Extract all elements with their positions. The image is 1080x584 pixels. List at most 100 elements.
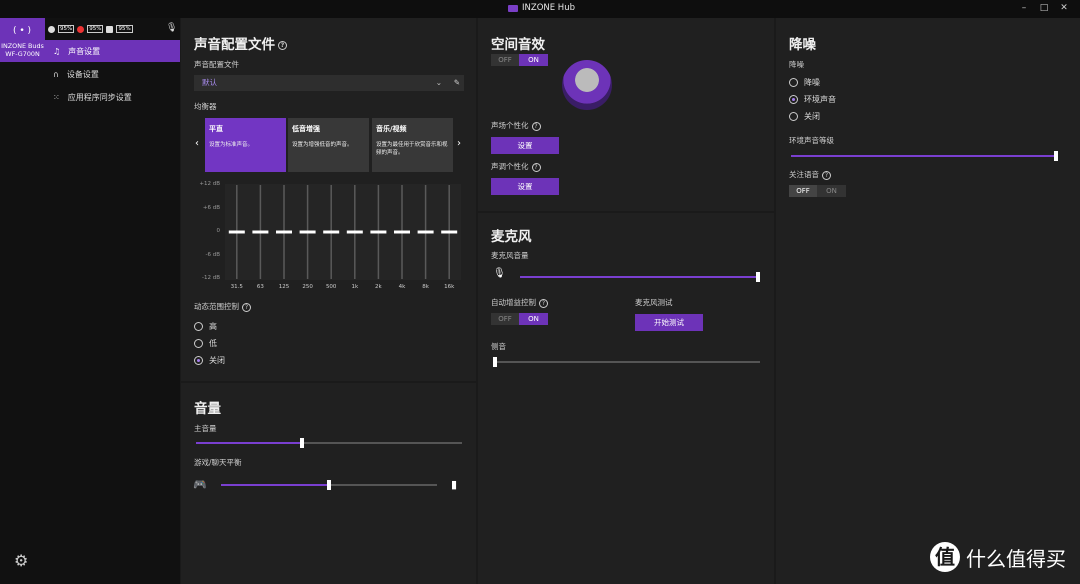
noise-mode-option[interactable]: 环境声音: [789, 94, 836, 105]
slider-handle[interactable]: [493, 357, 497, 367]
profile-select[interactable]: 默认 ⌄ ✎: [194, 75, 464, 91]
agc-toggle[interactable]: OFF ON: [491, 313, 548, 325]
help-icon[interactable]: ?: [531, 162, 541, 172]
mic-volume-label: 麦克风音量: [491, 251, 529, 260]
eq-freq-label: 4k: [398, 284, 406, 290]
equalizer-graph[interactable]: [225, 182, 461, 282]
help-icon[interactable]: ?: [242, 302, 251, 312]
chevron-left-icon[interactable]: ‹: [195, 138, 199, 149]
toggle-off-label: OFF: [491, 54, 519, 66]
noise-mode-option[interactable]: 降噪: [789, 77, 820, 88]
noise-mode-option[interactable]: 关闭: [789, 111, 820, 122]
chevron-right-icon[interactable]: ›: [457, 138, 461, 149]
radio-label: 低: [209, 339, 217, 348]
device-model: WF-G700N: [5, 50, 40, 58]
focus-voice-toggle[interactable]: OFF ON: [789, 185, 846, 197]
slider-handle[interactable]: [756, 272, 760, 282]
eq-freq-label: 500: [325, 284, 337, 290]
slider-handle[interactable]: [327, 480, 331, 490]
start-mic-test-button[interactable]: 开始测试: [635, 314, 703, 331]
battery-left: 95%: [58, 25, 75, 33]
sound-field-setup-button[interactable]: 设置: [491, 137, 559, 154]
eq-band-handle[interactable]: [228, 230, 245, 234]
eq-preset-music-video[interactable]: 音乐/视频 设置为最佳用于欣赏音乐和视频的声音。: [372, 118, 453, 172]
sidetone-slider[interactable]: [493, 357, 760, 367]
eq-band-handle[interactable]: [417, 230, 434, 234]
toggle-on-label: ON: [519, 54, 548, 66]
nav-device-settings[interactable]: ∩ 设备设置: [45, 63, 180, 85]
spatial-audio-toggle[interactable]: OFF ON: [491, 54, 548, 66]
slider-fill: [196, 442, 303, 444]
eq-band-handle[interactable]: [370, 230, 387, 234]
help-icon[interactable]: ?: [531, 121, 541, 131]
nav-app-sync-settings[interactable]: ⁙ 应用程序同步设置: [45, 86, 180, 108]
slider-handle[interactable]: [1054, 151, 1058, 161]
radio-button[interactable]: [789, 95, 798, 104]
eq-band-handle[interactable]: [441, 230, 458, 234]
eq-band-handle[interactable]: [276, 230, 292, 234]
eq-db-label: +12 dB: [199, 181, 220, 187]
eq-band-handle[interactable]: [323, 230, 340, 234]
eq-band-handle[interactable]: [346, 230, 363, 234]
master-volume-slider[interactable]: [196, 438, 462, 448]
sidebar: ( • ) INZONE Buds WF-G700N 95% 95% 95% 🎙…: [0, 18, 180, 584]
sound-field-label: 声场个性化?: [491, 120, 541, 131]
app-title: INZONE Hub: [508, 3, 575, 13]
agc-label: 自动增益控制?: [491, 297, 548, 308]
help-icon[interactable]: ?: [278, 40, 287, 50]
settings-gear-icon[interactable]: ⚙: [14, 551, 28, 570]
sidetone-label: 侧音: [491, 342, 506, 351]
music-note-icon: ♫: [53, 46, 61, 56]
head-avatar-icon: [562, 60, 612, 110]
app-logo-icon: [508, 4, 518, 12]
profile-field-label: 声音配置文件: [194, 60, 239, 69]
device-name: INZONE Buds WF-G700N: [0, 42, 45, 58]
noise-cancel-title: 降噪: [789, 37, 816, 53]
game-chat-balance-slider[interactable]: [221, 480, 437, 490]
microphone-icon: 🎙: [493, 268, 506, 279]
sound-tone-setup-button[interactable]: 设置: [491, 178, 559, 195]
battery-status: 95% 95% 95%: [48, 22, 133, 36]
eq-freq-label: 125: [278, 284, 290, 290]
ambient-level-slider[interactable]: [791, 151, 1058, 161]
slider-fill: [520, 276, 760, 278]
minimize-button[interactable]: –: [1017, 3, 1031, 13]
maximize-button[interactable]: □: [1037, 3, 1051, 13]
microphone-panel: [478, 213, 774, 584]
headphones-icon: ∩: [53, 69, 59, 79]
app-title-text: INZONE Hub: [522, 3, 575, 13]
chat-bubble-icon: ▮: [451, 478, 458, 491]
drc-option[interactable]: 高: [194, 321, 217, 332]
eq-preset-bass-boost[interactable]: 低音增强 设置为增强低音的声音。: [288, 118, 369, 172]
radio-label: 关闭: [804, 112, 820, 121]
slider-fill: [221, 484, 329, 486]
eq-band-handle[interactable]: [394, 230, 410, 234]
mic-volume-slider[interactable]: [520, 272, 760, 282]
preset-desc: 设置为标准声音。: [209, 142, 254, 148]
radio-button[interactable]: [194, 356, 203, 365]
drc-option[interactable]: 低: [194, 338, 217, 349]
device-tile[interactable]: ( • ) INZONE Buds WF-G700N: [0, 18, 45, 62]
master-volume-label: 主音量: [194, 424, 217, 433]
radio-button[interactable]: [194, 322, 203, 331]
help-icon[interactable]: ?: [822, 170, 831, 180]
close-button[interactable]: ✕: [1057, 3, 1071, 13]
radio-button[interactable]: [789, 112, 798, 121]
edit-pencil-icon[interactable]: ✎: [454, 75, 460, 91]
eq-band-handle[interactable]: [252, 230, 269, 234]
toggle-on-label: ON: [519, 313, 548, 325]
eq-db-label: +6 dB: [202, 204, 220, 211]
nav-sound-settings[interactable]: ♫ 声音设置: [45, 40, 180, 62]
eq-freq-label: 250: [302, 284, 313, 290]
preset-title: 低音增强: [292, 125, 320, 133]
eq-band-handle[interactable]: [299, 230, 316, 234]
slider-handle[interactable]: [300, 438, 305, 448]
radio-button[interactable]: [789, 78, 798, 87]
eq-freq-label: 16k: [444, 284, 455, 290]
eq-preset-flat[interactable]: 平直 设置为标准声音。: [205, 118, 286, 172]
radio-button[interactable]: [194, 339, 203, 348]
spatial-audio-title: 空间音效: [491, 37, 545, 53]
device-name-line1: INZONE Buds: [1, 42, 44, 50]
drc-option[interactable]: 关闭: [194, 355, 225, 366]
help-icon[interactable]: ?: [539, 298, 548, 308]
